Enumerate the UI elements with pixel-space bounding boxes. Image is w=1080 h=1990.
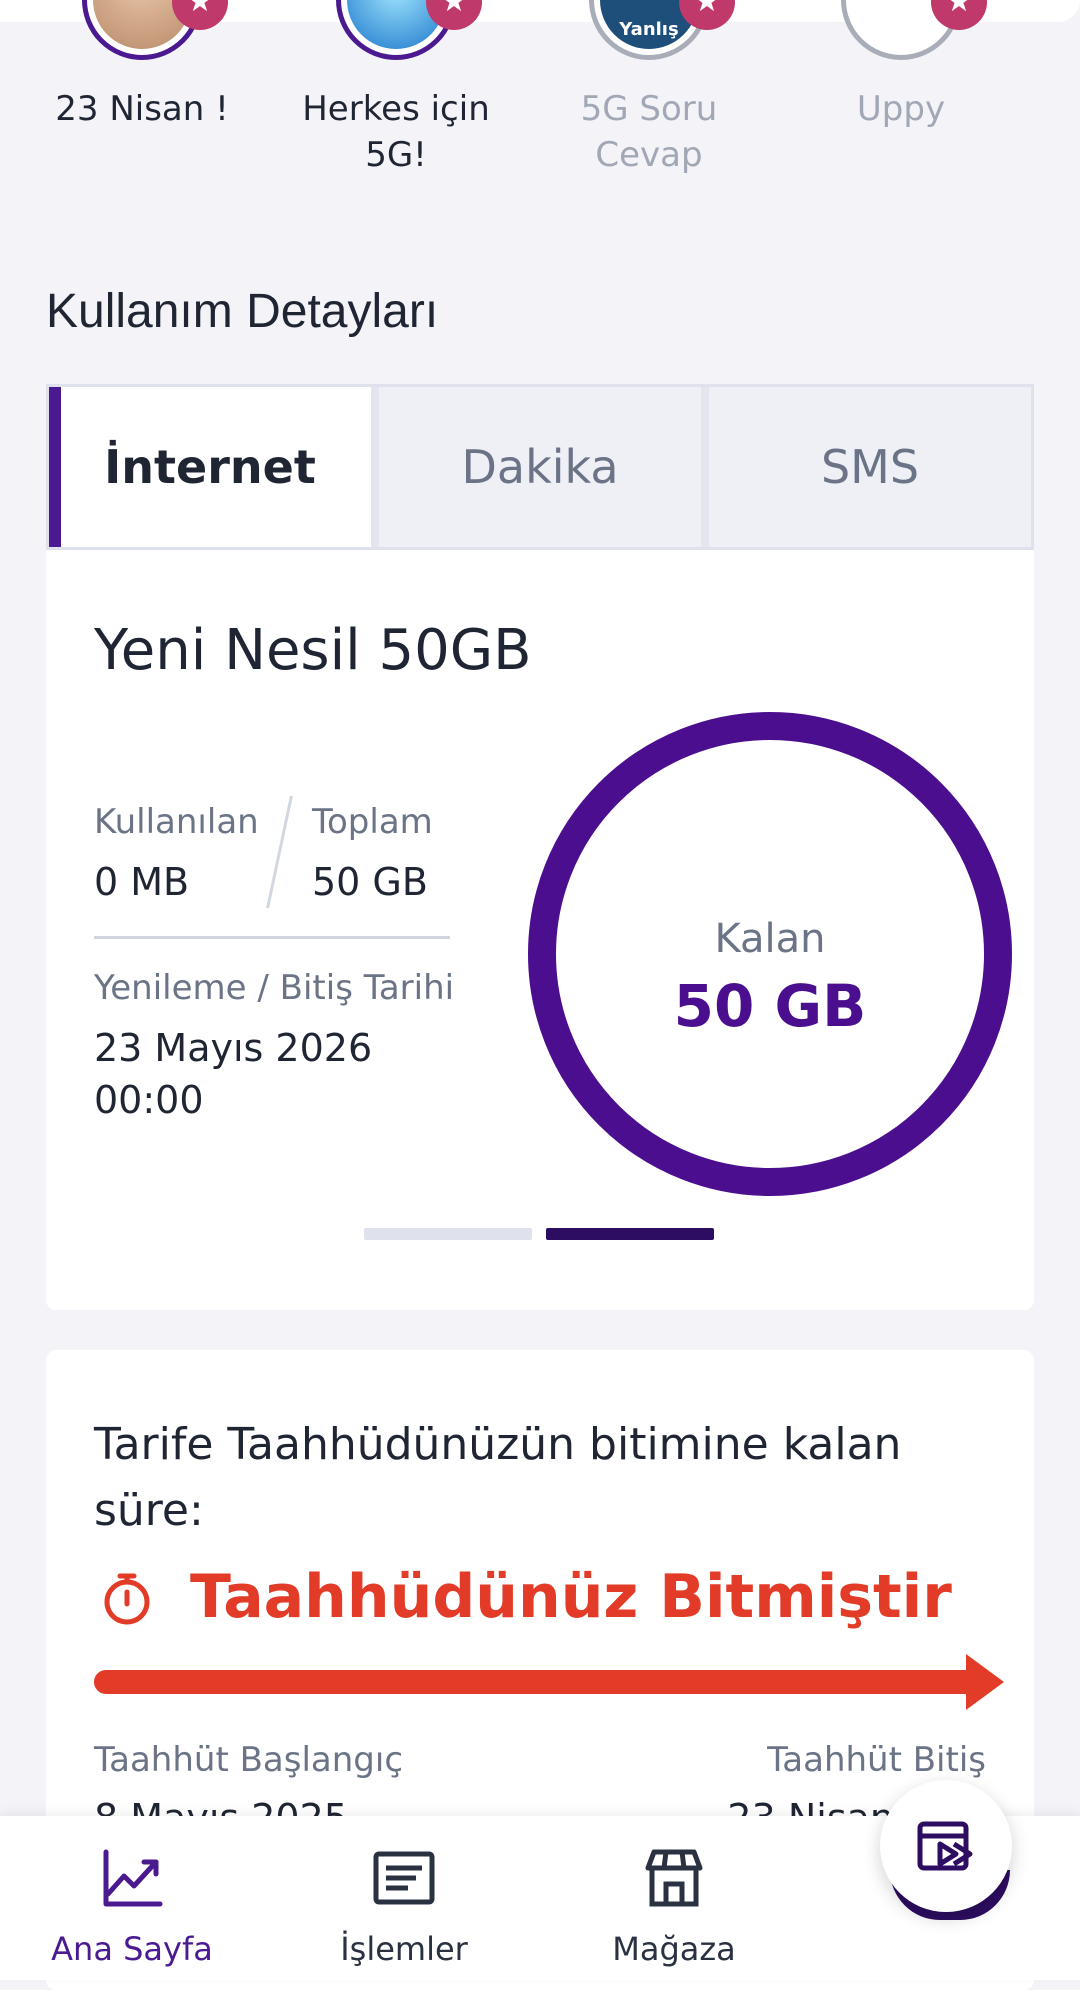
carousel-pager <box>364 1228 714 1242</box>
storefront-icon <box>645 1849 703 1907</box>
nav-label: Ana Sayfa <box>51 1930 213 1968</box>
nav-store[interactable]: Mağaza <box>574 1842 774 1968</box>
stories-row: ★ 23 Nisan ! ★ Herkes için 5G! Yanlış ★ … <box>0 0 1080 200</box>
nav-transactions[interactable]: İşlemler <box>304 1842 504 1968</box>
usage-tabs: İnternet Dakika SMS <box>46 384 1034 550</box>
play-list-fab[interactable] <box>880 1780 1012 1912</box>
chart-line-icon <box>103 1849 163 1907</box>
remaining-value: 50 GB <box>673 972 867 1040</box>
divider <box>266 796 293 908</box>
story-label: 23 Nisan ! <box>55 89 229 129</box>
tab-internet[interactable]: İnternet <box>49 387 379 547</box>
nav-home[interactable]: Ana Sayfa <box>32 1842 232 1968</box>
end-label: Taahhüt Bitiş <box>767 1740 986 1780</box>
nav-label: İşlemler <box>340 1930 468 1968</box>
nav-label: Mağaza <box>612 1930 736 1968</box>
used-label: Kullanılan <box>94 802 259 842</box>
package-name: Yeni Nesil 50GB <box>94 618 532 683</box>
story-label: Herkes için 5G! <box>302 89 490 175</box>
usage-card: Yeni Nesil 50GB Kullanılan 0 MB Toplam 5… <box>46 550 1034 1310</box>
arrow-right-icon <box>966 1654 1004 1710</box>
remaining-label: Kalan <box>714 916 826 962</box>
story-label: Uppy <box>856 89 946 129</box>
play-list-icon <box>917 1821 973 1871</box>
renew-value: 23 Mayıs 2026 00:00 <box>94 1026 373 1122</box>
pager-dot[interactable] <box>364 1228 532 1240</box>
tab-sms[interactable]: SMS <box>709 387 1031 547</box>
stopwatch-icon <box>104 1573 150 1625</box>
commitment-progress-bar <box>94 1670 978 1694</box>
tab-minutes[interactable]: Dakika <box>379 387 709 547</box>
total-label: Toplam <box>312 802 433 842</box>
document-list-icon <box>373 1851 435 1905</box>
total-value: 50 GB <box>312 860 428 904</box>
commitment-status: Taahhüdünüz Bitmiştir <box>190 1562 952 1632</box>
used-value: 0 MB <box>94 860 190 904</box>
start-label: Taahhüt Başlangıç <box>94 1740 404 1780</box>
story-label: 5G Soru Cevap <box>580 89 718 175</box>
divider <box>94 936 450 939</box>
remaining-ring: Kalan 50 GB <box>528 712 1012 1196</box>
commitment-title: Tarife Taahhüdünüzün bitimine kalan süre… <box>94 1419 902 1536</box>
renew-label: Yenileme / Bitiş Tarihi <box>94 968 455 1008</box>
section-title: Kullanım Detayları <box>46 285 439 338</box>
pager-dot-active[interactable] <box>546 1228 714 1240</box>
